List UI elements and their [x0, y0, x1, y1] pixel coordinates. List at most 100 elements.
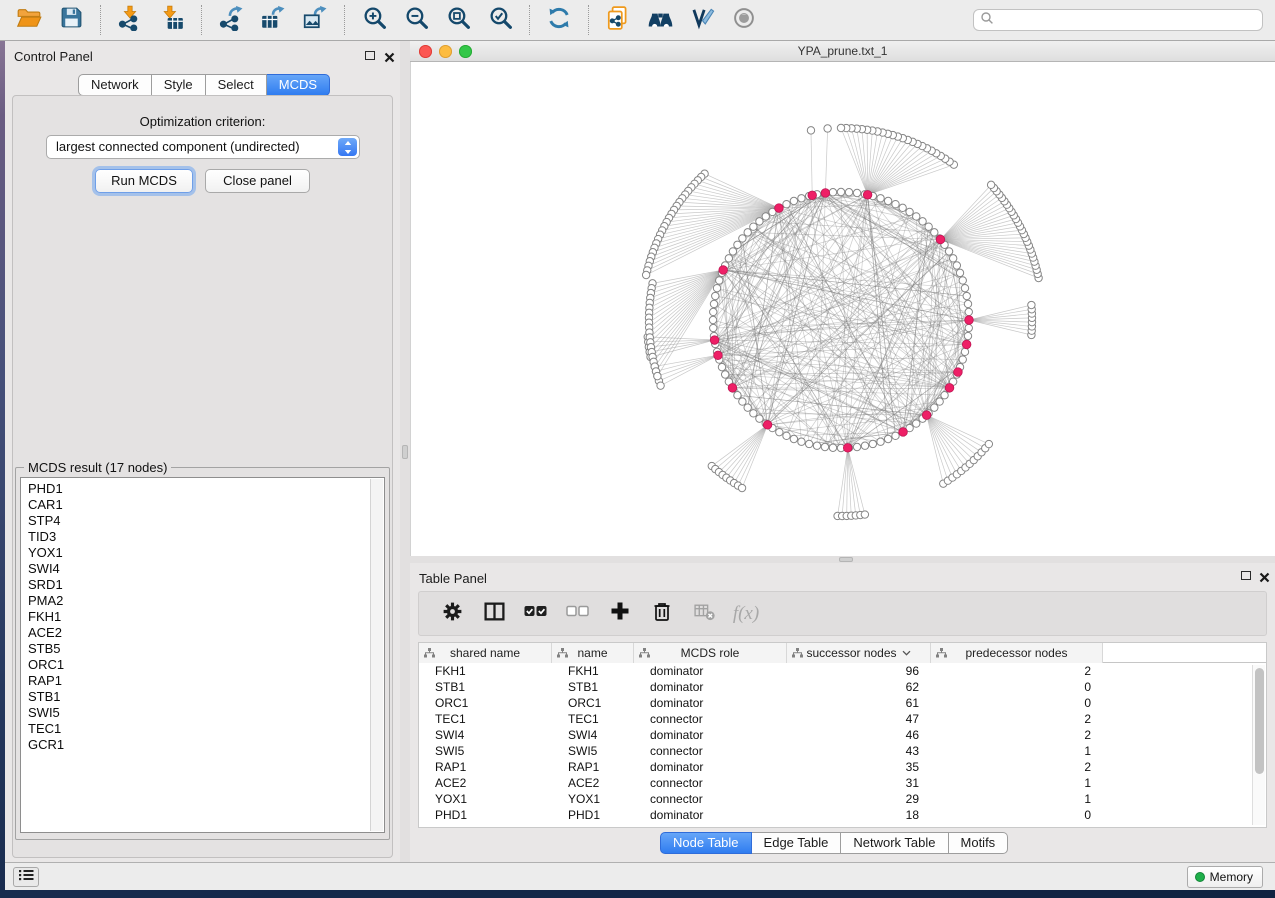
mcds-result-item[interactable]: STB1 — [22, 689, 369, 705]
show-hide-button[interactable] — [727, 3, 761, 37]
horizontal-splitter[interactable] — [410, 556, 1275, 563]
close-panel-icon[interactable] — [1259, 570, 1270, 581]
column-header-name[interactable]: name — [552, 643, 634, 663]
float-panel-icon[interactable] — [365, 51, 375, 60]
mcds-result-title: MCDS result (17 nodes) — [24, 460, 171, 475]
deselect-all-button[interactable] — [561, 599, 595, 629]
tab-network-table[interactable]: Network Table — [841, 832, 948, 854]
task-history-button[interactable] — [13, 867, 39, 887]
zoom-in-button[interactable] — [357, 3, 391, 37]
mcds-result-item[interactable]: FKH1 — [22, 609, 369, 625]
zoom-in-icon — [362, 5, 387, 35]
optimization-criterion-dropdown[interactable]: largest connected component (undirected) — [46, 135, 360, 159]
list-icon — [18, 868, 34, 887]
tab-edge-table[interactable]: Edge Table — [752, 832, 842, 854]
table-row[interactable]: RAP1RAP1dominator352 — [419, 759, 1266, 775]
delete-table-button[interactable] — [687, 599, 721, 629]
table-row[interactable]: SWI4SWI4dominator462 — [419, 727, 1266, 743]
function-builder-button[interactable]: f(x) — [729, 599, 763, 629]
splitter-grip[interactable] — [402, 445, 408, 459]
mcds-result-item[interactable]: GCR1 — [22, 737, 369, 753]
tab-select[interactable]: Select — [206, 74, 267, 96]
mcds-result-item[interactable]: SWI4 — [22, 561, 369, 577]
table-panel-title: Table Panel — [419, 571, 487, 586]
vertical-splitter[interactable] — [400, 41, 410, 862]
splitter-grip[interactable] — [839, 557, 853, 562]
table-row[interactable]: FKH1FKH1dominator962 — [419, 663, 1266, 679]
tab-style[interactable]: Style — [152, 74, 206, 96]
mcds-result-item[interactable]: CAR1 — [22, 497, 369, 513]
dropdown-selected-value: largest connected component (undirected) — [56, 139, 300, 154]
control-panel-tabbar: NetworkStyleSelectMCDS — [78, 74, 330, 96]
table-settings-button[interactable] — [435, 599, 469, 629]
export-image-button[interactable] — [298, 3, 332, 37]
mcds-result-item[interactable]: YOX1 — [22, 545, 369, 561]
mcds-result-item[interactable]: TID3 — [22, 529, 369, 545]
table-row[interactable]: ACE2ACE2connector311 — [419, 775, 1266, 791]
column-header-mcds-role[interactable]: MCDS role — [634, 643, 787, 663]
table-row[interactable]: STB1STB1dominator620 — [419, 679, 1266, 695]
scrollbar-thumb[interactable] — [1255, 668, 1264, 774]
table-scrollbar[interactable] — [1252, 665, 1265, 825]
table-row[interactable]: YOX1YOX1connector291 — [419, 791, 1266, 807]
close-panel-icon[interactable] — [384, 50, 395, 61]
network-canvas[interactable] — [410, 62, 1275, 556]
mcds-result-item[interactable]: ACE2 — [22, 625, 369, 641]
search-field[interactable] — [973, 9, 1263, 31]
table-row[interactable]: ORC1ORC1dominator610 — [419, 695, 1266, 711]
float-panel-icon[interactable] — [1241, 571, 1251, 580]
export-image-icon — [302, 5, 328, 36]
zoom-fit-icon — [446, 5, 471, 35]
mcds-result-item[interactable]: RAP1 — [22, 673, 369, 689]
zoom-fit-button[interactable] — [441, 3, 475, 37]
mcds-list-scrollbar[interactable] — [370, 479, 383, 831]
show-column-panel-button[interactable] — [477, 599, 511, 629]
search-input[interactable] — [994, 11, 1262, 29]
export-table-button[interactable] — [256, 3, 290, 37]
find-button[interactable] — [643, 3, 677, 37]
table-row[interactable]: PHD1PHD1dominator180 — [419, 807, 1266, 823]
toolbar-separator — [201, 5, 202, 35]
zoom-out-icon — [404, 5, 429, 35]
gear-icon — [441, 600, 464, 628]
mcds-result-item[interactable]: PMA2 — [22, 593, 369, 609]
tab-network[interactable]: Network — [78, 74, 152, 96]
mcds-result-item[interactable]: PHD1 — [22, 481, 369, 497]
mcds-result-item[interactable]: ORC1 — [22, 657, 369, 673]
table-row[interactable]: SWI5SWI5connector431 — [419, 743, 1266, 759]
memory-button[interactable]: Memory — [1187, 866, 1263, 888]
style-pen-button[interactable] — [685, 3, 719, 37]
table-panel-tabbar: Node TableEdge TableNetwork TableMotifs — [660, 832, 1008, 854]
columns-icon — [483, 600, 506, 628]
save-session-button[interactable] — [54, 3, 88, 37]
network-window-titlebar[interactable]: YPA_prune.txt_1 — [410, 41, 1275, 62]
close-panel-button[interactable]: Close panel — [205, 169, 310, 193]
column-header-successor-nodes[interactable]: successor nodes — [787, 643, 931, 663]
mcds-result-item[interactable]: SRD1 — [22, 577, 369, 593]
zoom-selected-button[interactable] — [483, 3, 517, 37]
delete-table-icon — [693, 601, 716, 627]
delete-column-button[interactable] — [645, 599, 679, 629]
create-column-button[interactable] — [603, 599, 637, 629]
mcds-result-item[interactable]: TEC1 — [22, 721, 369, 737]
table-row[interactable]: TEC1TEC1connector472 — [419, 711, 1266, 727]
column-header-predecessor-nodes[interactable]: predecessor nodes — [931, 643, 1103, 663]
import-table-button[interactable] — [155, 3, 189, 37]
mcds-result-item[interactable]: STB5 — [22, 641, 369, 657]
run-mcds-button[interactable]: Run MCDS — [95, 169, 193, 193]
network-document-button[interactable] — [601, 3, 635, 37]
tab-node-table[interactable]: Node Table — [660, 832, 752, 854]
tab-mcds[interactable]: MCDS — [267, 74, 330, 96]
select-all-button[interactable] — [519, 599, 553, 629]
mcds-result-item[interactable]: STP4 — [22, 513, 369, 529]
apply-layout-button[interactable] — [542, 3, 576, 37]
mcds-result-item[interactable]: SWI5 — [22, 705, 369, 721]
import-network-button[interactable] — [113, 3, 147, 37]
zoom-out-button[interactable] — [399, 3, 433, 37]
export-network-button[interactable] — [214, 3, 248, 37]
tab-motifs[interactable]: Motifs — [949, 832, 1009, 854]
network-graph[interactable] — [411, 62, 1275, 556]
table-toolbar: f(x) — [418, 591, 1267, 636]
open-file-button[interactable] — [12, 3, 46, 37]
column-header-shared-name[interactable]: shared name — [419, 643, 552, 663]
